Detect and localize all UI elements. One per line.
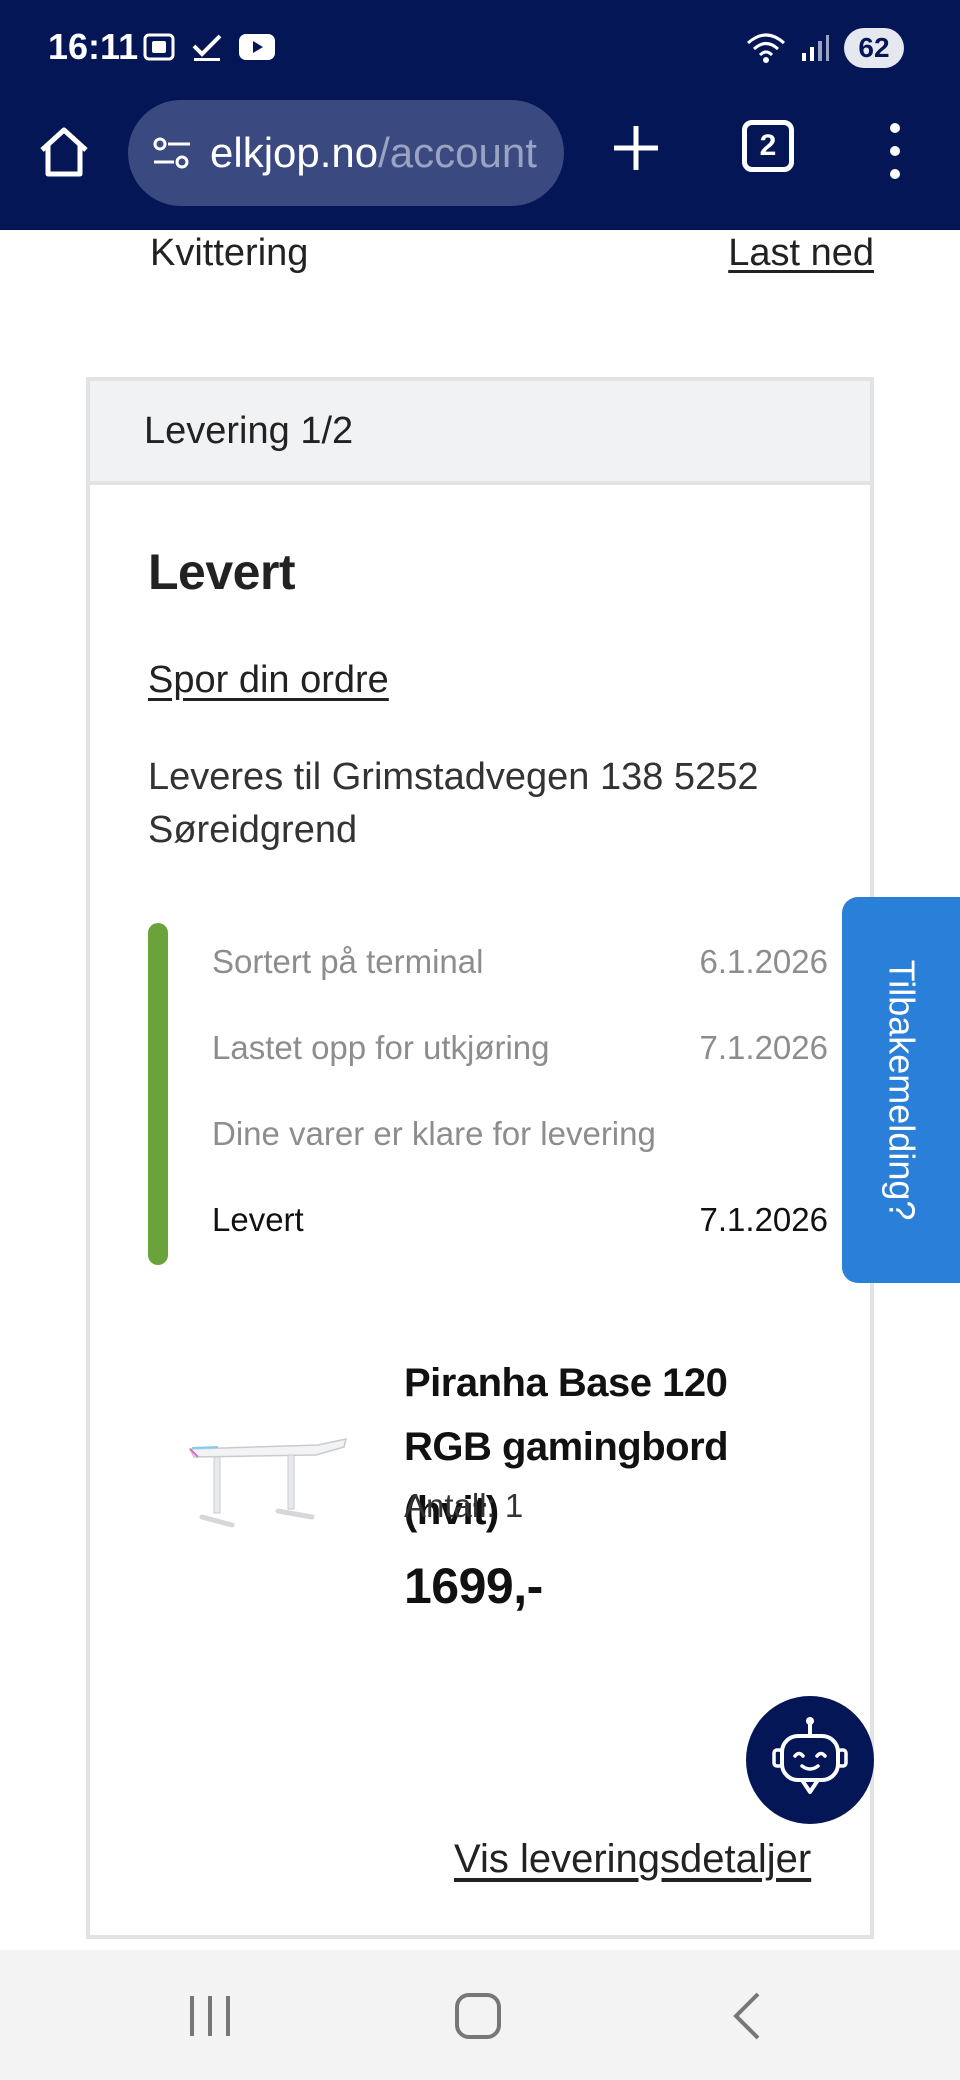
notification-icons [142, 30, 276, 64]
timeline-step-current: Levert 7.1.2026 [212, 1201, 828, 1245]
timeline-step-date: 7.1.2026 [699, 1201, 828, 1238]
url-text[interactable]: elkjop.no/account [210, 129, 537, 177]
system-nav-bar [0, 1950, 960, 2080]
feedback-tab[interactable]: Tilbakemelding? [842, 897, 960, 1283]
receipt-row: Kvittering Last ned [150, 232, 874, 280]
new-tab-icon[interactable] [606, 118, 666, 178]
browser-toolbar: elkjop.no/account 2 [0, 100, 960, 230]
product-quantity: Antall: 1 [404, 1487, 524, 1524]
timeline-step: Lastet opp for utkjøring 7.1.2026 [212, 1029, 828, 1073]
url-path: /account [378, 129, 537, 176]
status-bar: 16:11 62 [0, 0, 960, 100]
timeline-step: Sortert på terminal 6.1.2026 [212, 943, 828, 987]
delivery-header: Levering 1/2 [90, 381, 870, 485]
feedback-label: Tilbakemelding? [881, 959, 922, 1221]
delivery-status: Levert [148, 544, 296, 600]
more-menu-icon[interactable] [880, 116, 910, 186]
delivery-timeline: Sortert på terminal 6.1.2026 Lastet opp … [148, 923, 828, 1265]
product-item: Piranha Base 120 RGB gamingbord (hvit) A… [148, 1351, 828, 1651]
product-price: 1699,- [404, 1558, 543, 1614]
url-domain: elkjop.no [210, 129, 379, 176]
delivery-details-link[interactable]: Vis leveringsdetaljer [454, 1837, 811, 1882]
chatbot-button[interactable] [746, 1696, 874, 1824]
battery-indicator: 62 [844, 28, 904, 68]
wifi-icon [747, 33, 785, 63]
timeline-step-label: Sortert på terminal [212, 943, 484, 980]
youtube-icon [239, 34, 275, 60]
timeline-step-label: Dine varer er klare for levering [212, 1115, 656, 1152]
checkmark-icon [192, 34, 222, 61]
timeline-step: Dine varer er klare for levering [212, 1115, 828, 1159]
receipt-label: Kvittering [150, 232, 309, 274]
tab-switcher-icon[interactable]: 2 [742, 120, 794, 172]
timeline-progress-bar [148, 923, 168, 1265]
screenshot-icon [143, 33, 175, 61]
site-settings-icon[interactable] [150, 131, 194, 175]
signal-icon [802, 35, 829, 61]
timeline-step-label: Levert [212, 1201, 304, 1238]
status-time: 16:11 [48, 26, 139, 67]
chatbot-icon [772, 1717, 848, 1794]
system-icons: 62 [746, 28, 904, 68]
timeline-step-date: 6.1.2026 [699, 943, 828, 980]
timeline-step-label: Lastet opp for utkjøring [212, 1029, 550, 1066]
home-icon[interactable] [34, 122, 94, 182]
recent-apps-icon[interactable] [180, 1986, 240, 2046]
track-order-link[interactable]: Spor din ordre [148, 659, 389, 702]
download-receipt-link[interactable]: Last ned [728, 232, 874, 275]
product-image[interactable] [188, 1421, 348, 1541]
home-nav-icon[interactable] [448, 1986, 508, 2046]
url-bar[interactable]: elkjop.no/account [128, 100, 564, 206]
delivery-card: Levering 1/2 Levert Spor din ordre Lever… [86, 377, 874, 1939]
timeline-step-date: 7.1.2026 [699, 1029, 828, 1066]
back-icon[interactable] [718, 1986, 778, 2046]
delivery-address: Leveres til Grimstadvegen 138 5252 Sørei… [148, 756, 759, 851]
